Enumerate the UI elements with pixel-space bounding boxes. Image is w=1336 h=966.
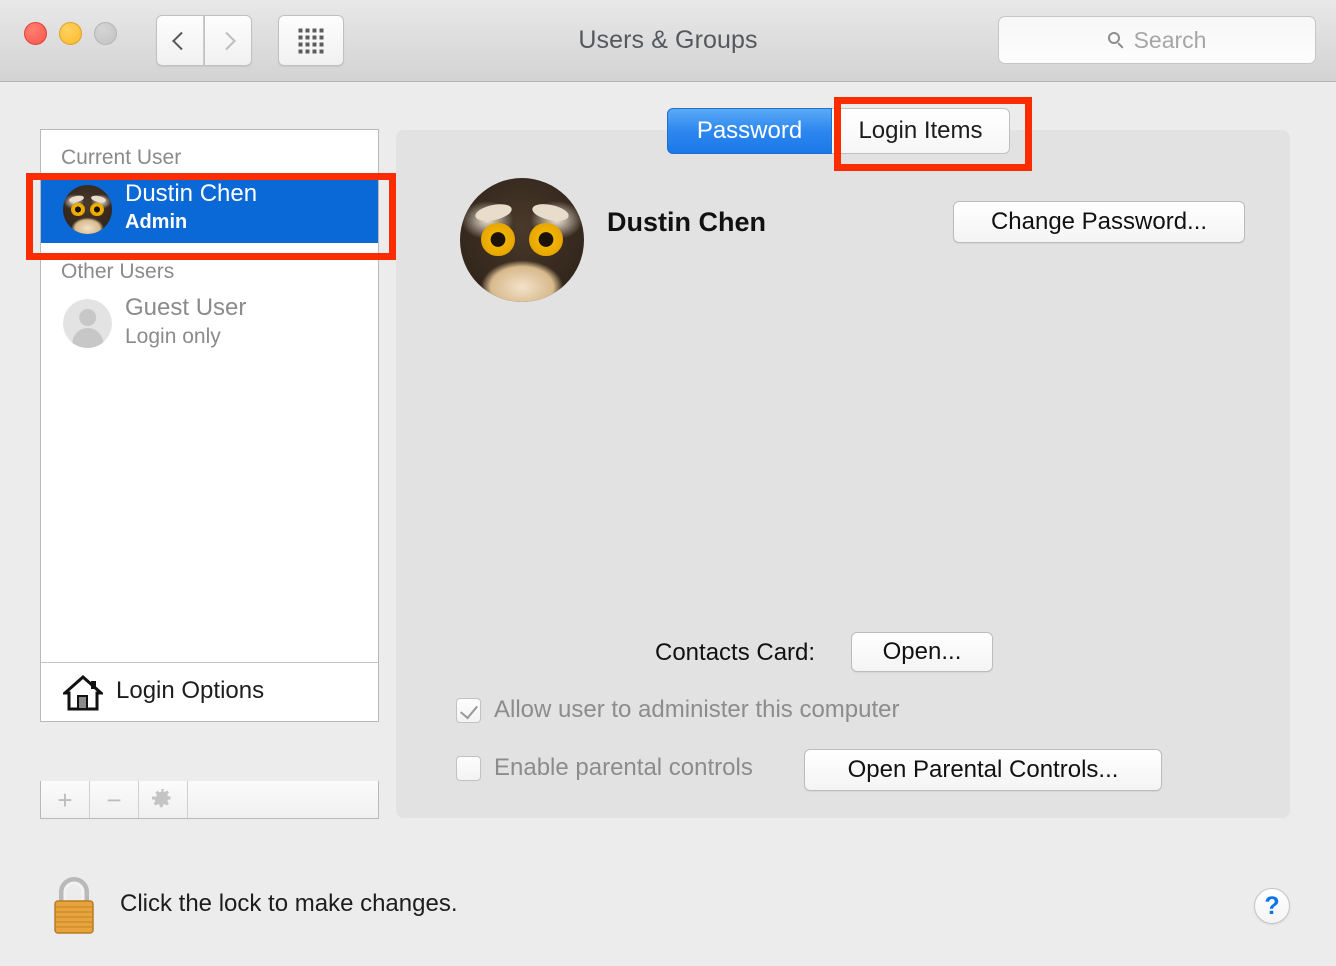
allow-admin-label: Allow user to administer this computer: [494, 696, 900, 723]
tab-bar: Password Login Items: [667, 108, 1010, 154]
sidebar-item-label: Dustin Chen: [125, 180, 258, 207]
sidebar-item-role: Admin: [125, 211, 188, 233]
sidebar-item-login-options[interactable]: Login Options: [41, 662, 378, 721]
sidebar-group-header-current-user: Current User: [61, 146, 182, 169]
sidebar-toolbar: + −: [40, 781, 379, 819]
search-icon: [1107, 31, 1125, 49]
user-full-name: Dustin Chen: [607, 207, 766, 237]
search-input[interactable]: Search: [998, 16, 1316, 64]
remove-user-button[interactable]: −: [90, 781, 139, 818]
search-placeholder: Search: [1133, 26, 1207, 53]
locked-padlock-icon[interactable]: [48, 872, 100, 938]
open-parental-controls-button[interactable]: Open Parental Controls...: [804, 749, 1162, 791]
tab-password[interactable]: Password: [667, 108, 832, 154]
lock-hint-text: Click the lock to make changes.: [120, 890, 458, 917]
house-icon: [63, 675, 103, 711]
sidebar-item-guest-user[interactable]: Guest User Login only: [41, 292, 378, 357]
avatar: [63, 185, 112, 234]
change-password-button[interactable]: Change Password...: [953, 201, 1245, 243]
owl-photo-avatar: [63, 185, 112, 234]
sidebar-group-header-other-users: Other Users: [61, 260, 175, 283]
help-button[interactable]: ?: [1254, 888, 1290, 924]
users-list-sidebar: Current User Dustin Chen Admin Other Use…: [40, 129, 379, 722]
window-titlebar: Users & Groups Search: [0, 0, 1336, 82]
users-and-groups-window: Users & Groups Search Current User Dusti…: [0, 0, 1336, 966]
allow-admin-checkbox[interactable]: [456, 697, 481, 723]
sidebar-item-dustin-chen[interactable]: Dustin Chen Admin: [41, 178, 378, 243]
sidebar-toolbar-spacer: [188, 781, 378, 818]
user-detail-panel: Password Login Items Dustin Chen Change …: [396, 108, 1290, 818]
login-options-label: Login Options: [116, 677, 265, 704]
owl-photo-avatar: [460, 178, 584, 302]
parental-controls-label: Enable parental controls: [494, 754, 753, 781]
sidebar-item-label: Guest User: [125, 294, 247, 321]
gear-icon[interactable]: [139, 781, 188, 818]
user-avatar[interactable]: [460, 178, 584, 302]
checkmark-icon: [460, 700, 478, 719]
parental-controls-checkbox[interactable]: [456, 755, 481, 781]
parental-controls-checkbox-row[interactable]: Enable parental controls: [456, 754, 753, 782]
avatar: [63, 299, 112, 348]
sidebar-item-role: Login only: [125, 325, 221, 348]
open-contacts-card-button[interactable]: Open...: [851, 632, 993, 672]
generic-person-avatar: [63, 299, 112, 348]
allow-admin-checkbox-row[interactable]: Allow user to administer this computer: [456, 696, 900, 724]
tab-login-items[interactable]: Login Items: [832, 108, 1010, 154]
add-user-button[interactable]: +: [41, 781, 90, 818]
contacts-card-label: Contacts Card:: [655, 639, 816, 666]
